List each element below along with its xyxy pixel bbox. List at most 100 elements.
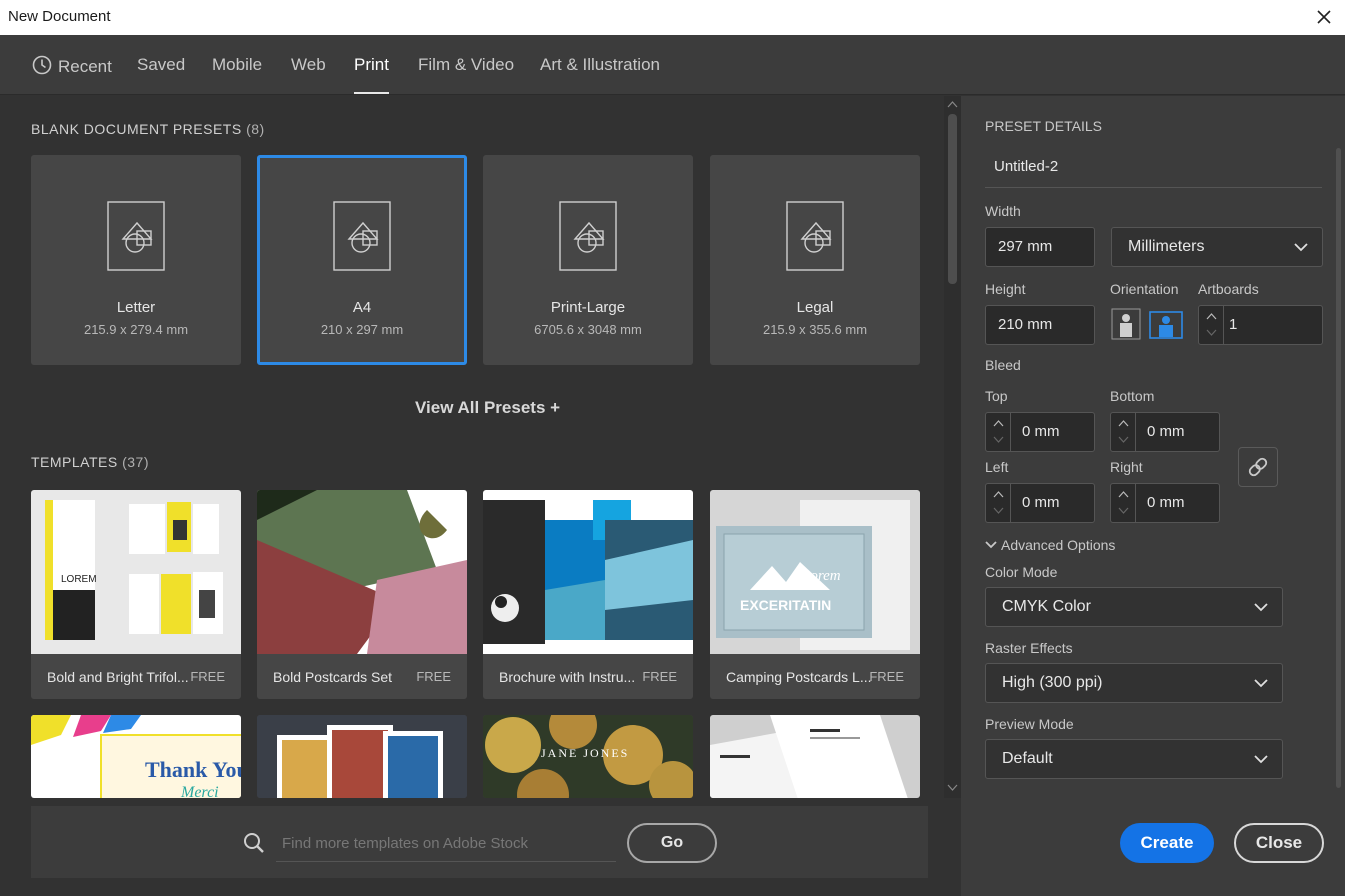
increment-icon[interactable] — [1206, 312, 1217, 320]
raster-effects-dropdown[interactable]: High (300 ppi) — [985, 663, 1283, 703]
scroll-thumb[interactable] — [1336, 148, 1341, 788]
template-badge: FREE — [869, 669, 904, 684]
template-card[interactable]: Bold Postcards Set FREE — [257, 490, 467, 699]
color-mode-value: CMYK Color — [1002, 598, 1091, 615]
template-thumbnail: Lorem EXCERITATIN — [710, 490, 920, 654]
preset-print-large[interactable]: Print-Large 6705.6 x 3048 mm — [483, 155, 693, 365]
advanced-options-toggle[interactable]: Advanced Options — [985, 537, 1115, 553]
create-button[interactable]: Create — [1120, 823, 1214, 863]
bleed-left-label: Left — [985, 459, 1009, 475]
window-close-icon[interactable] — [1313, 6, 1335, 28]
document-name-field[interactable]: Untitled-2 — [985, 148, 1322, 188]
scroll-up-icon[interactable] — [947, 100, 958, 108]
bleed-left-stepper[interactable]: 0 mm — [985, 483, 1095, 523]
advanced-options-label: Advanced Options — [1001, 537, 1116, 553]
preview-mode-dropdown[interactable]: Default — [985, 739, 1283, 779]
decrement-icon[interactable] — [1118, 507, 1129, 515]
increment-icon[interactable] — [1118, 490, 1129, 498]
template-card[interactable]: LOREM Bold and Bright Trifol... FREE — [31, 490, 241, 699]
increment-icon[interactable] — [993, 419, 1004, 427]
portrait-orientation-icon[interactable] — [1111, 308, 1141, 340]
templates-count: (37) — [122, 454, 149, 470]
tab-print[interactable]: Print — [354, 55, 389, 94]
thumb-text: EXCERITATIN — [740, 597, 831, 613]
chevron-down-icon — [1254, 755, 1268, 764]
presets-panel: BLANK DOCUMENT PRESETS (8) Letter 215.9 … — [0, 96, 944, 896]
template-badge: FREE — [416, 669, 451, 684]
template-thumbnail: LOREM — [31, 490, 241, 654]
decrement-icon[interactable] — [993, 436, 1004, 444]
thumb-text: Merci — [180, 784, 219, 798]
increment-icon[interactable] — [993, 490, 1004, 498]
decrement-icon[interactable] — [1118, 436, 1129, 444]
artboards-stepper[interactable]: 1 — [1198, 305, 1323, 345]
tab-label: Mobile — [212, 55, 263, 74]
preset-name: A4 — [352, 299, 372, 316]
template-card[interactable]: Thank You Merci — [31, 715, 241, 798]
template-thumbnail — [257, 715, 467, 798]
height-input[interactable]: 210 mm — [985, 305, 1095, 345]
decrement-icon[interactable] — [1206, 329, 1217, 337]
presets-title: BLANK DOCUMENT PRESETS — [31, 121, 242, 137]
go-button[interactable]: Go — [627, 823, 717, 863]
tab-label: Film & Video — [418, 55, 515, 74]
units-dropdown[interactable]: Millimeters — [1111, 227, 1323, 267]
template-name: Brochure with Instru... — [499, 669, 636, 685]
preset-name: Letter — [116, 299, 156, 316]
tab-art-illustration[interactable]: Art & Illustration — [540, 55, 660, 75]
presets-scrollbar[interactable] — [944, 96, 961, 798]
template-name: Bold Postcards Set — [273, 669, 393, 685]
preset-a4[interactable]: A4 210 x 297 mm — [257, 155, 467, 365]
preset-name: Legal — [796, 299, 834, 316]
color-mode-dropdown[interactable]: CMYK Color — [985, 587, 1283, 627]
preset-letter[interactable]: Letter 215.9 x 279.4 mm — [31, 155, 241, 365]
view-all-presets-link[interactable]: View All Presets + — [415, 398, 560, 418]
bleed-right-stepper[interactable]: 0 mm — [1110, 483, 1220, 523]
document-preset-icon — [107, 201, 165, 271]
bleed-bottom-stepper[interactable]: 0 mm — [1110, 412, 1220, 452]
width-input[interactable]: 297 mm — [985, 227, 1095, 267]
preset-details-panel: PRESET DETAILS Untitled-2 Width 297 mm M… — [961, 96, 1345, 896]
width-label: Width — [985, 203, 1021, 219]
preview-mode-label: Preview Mode — [985, 716, 1074, 732]
search-input[interactable] — [276, 826, 616, 862]
decrement-icon[interactable] — [993, 507, 1004, 515]
document-preset-icon — [333, 201, 391, 271]
template-thumbnail — [257, 490, 467, 654]
template-card[interactable] — [257, 715, 467, 798]
artboards-value: 1 — [1229, 316, 1238, 333]
chevron-down-icon — [1254, 603, 1268, 612]
tab-saved[interactable]: Saved — [137, 55, 185, 75]
template-card[interactable] — [710, 715, 920, 798]
tab-label: Saved — [137, 55, 186, 74]
link-bleed-button[interactable] — [1238, 447, 1278, 487]
artboards-label: Artboards — [1198, 281, 1259, 297]
presets-count: (8) — [246, 121, 265, 137]
tab-label: Web — [291, 55, 326, 74]
tab-recent[interactable]: Recent — [32, 55, 112, 77]
document-preset-icon — [559, 201, 617, 271]
tab-web[interactable]: Web — [291, 55, 326, 75]
bleed-left-value: 0 mm — [1022, 494, 1060, 511]
tab-label: Recent — [58, 57, 112, 76]
bleed-top-stepper[interactable]: 0 mm — [985, 412, 1095, 452]
tab-film-video[interactable]: Film & Video — [418, 55, 514, 75]
preset-legal[interactable]: Legal 215.9 x 355.6 mm — [710, 155, 920, 365]
template-card[interactable]: JANE JONES — [483, 715, 693, 798]
tab-mobile[interactable]: Mobile — [212, 55, 262, 75]
template-badge: FREE — [190, 669, 225, 684]
template-thumbnail: JANE JONES — [483, 715, 693, 798]
template-badge: FREE — [642, 669, 677, 684]
scroll-down-icon[interactable] — [947, 784, 958, 792]
preset-details-title: PRESET DETAILS — [985, 118, 1102, 134]
landscape-orientation-icon[interactable] — [1149, 308, 1183, 340]
increment-icon[interactable] — [1118, 419, 1129, 427]
template-card[interactable]: Brochure with Instru... FREE — [483, 490, 693, 699]
template-card[interactable]: Lorem EXCERITATIN Camping Postcards L...… — [710, 490, 920, 699]
height-label: Height — [985, 281, 1026, 297]
scroll-thumb[interactable] — [948, 114, 957, 284]
chevron-down-icon — [1294, 243, 1308, 252]
template-thumbnail — [710, 715, 920, 798]
details-scrollbar[interactable] — [1334, 148, 1343, 796]
close-button[interactable]: Close — [1234, 823, 1324, 863]
